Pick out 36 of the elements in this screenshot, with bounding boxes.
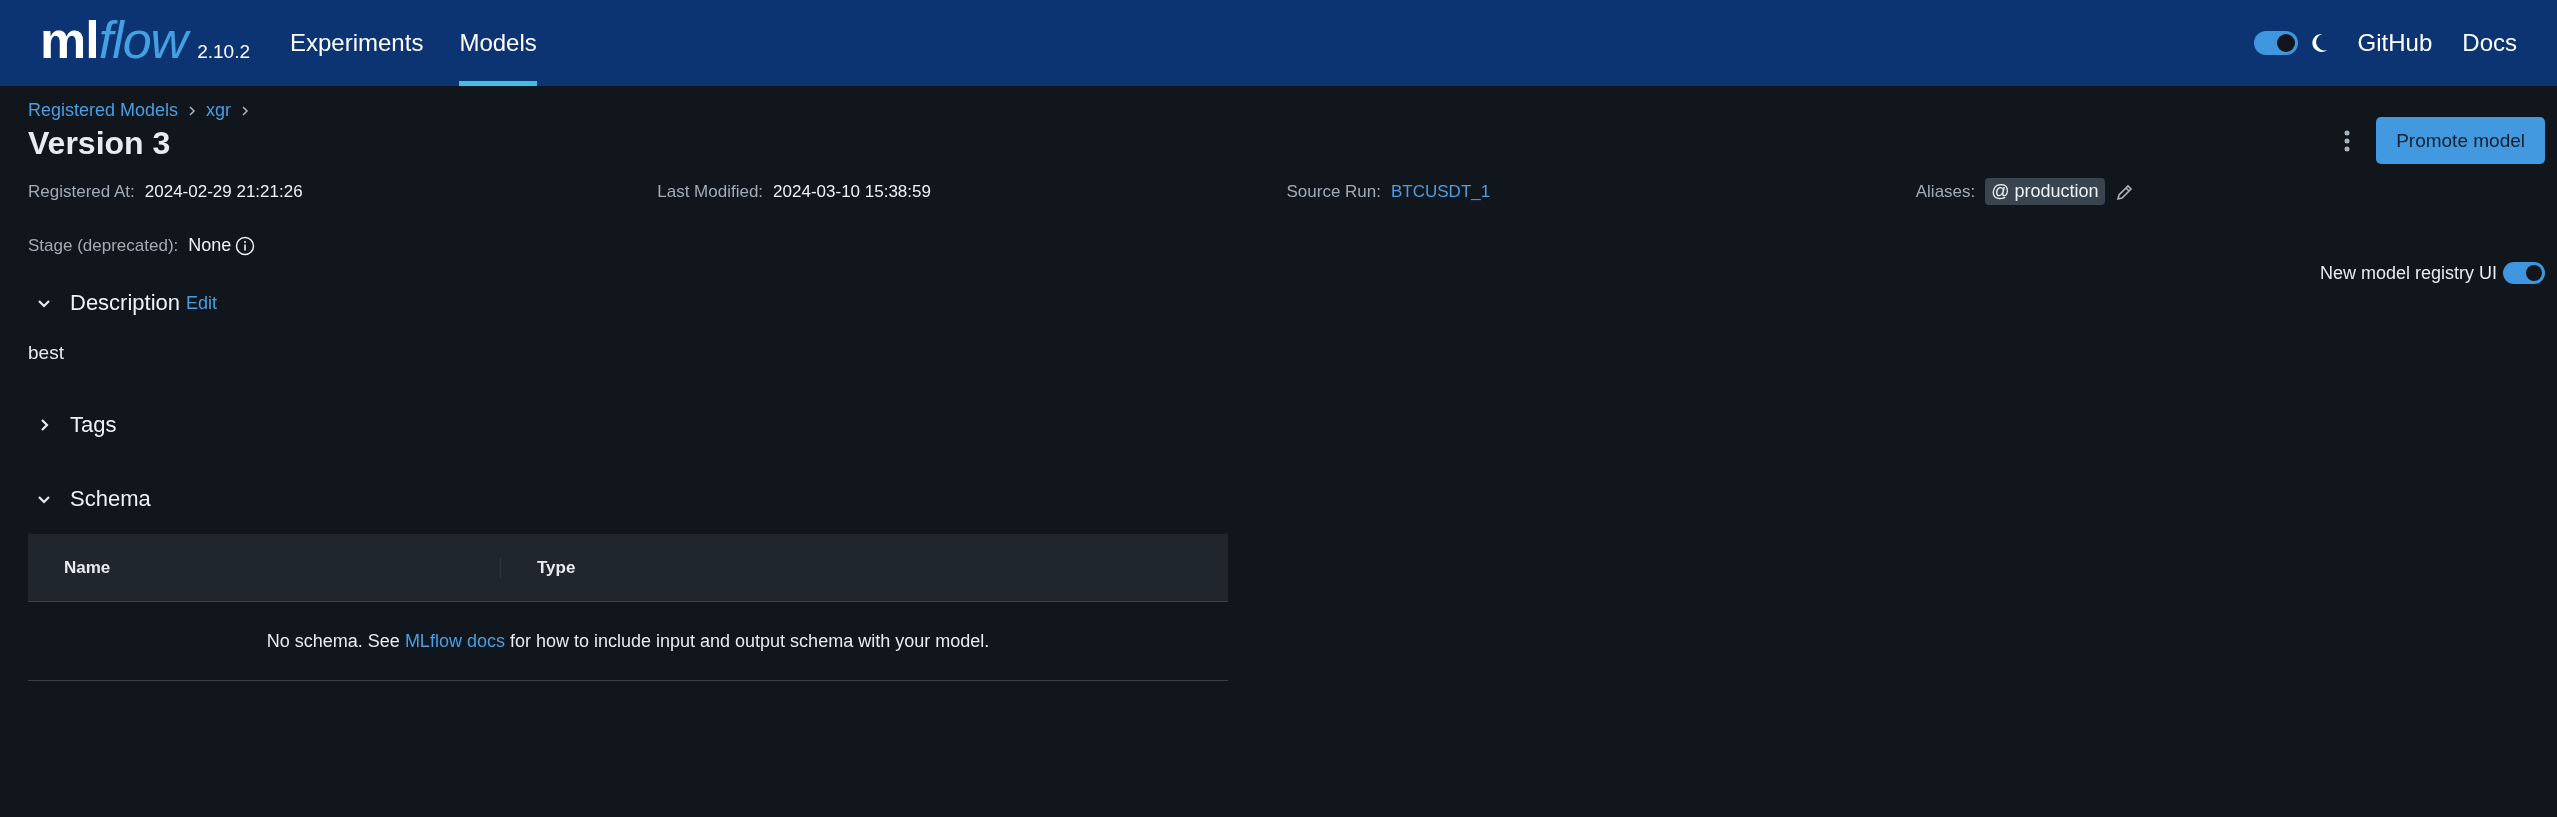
breadcrumb-link[interactable]: Registered Models [28, 100, 179, 121]
run-link[interactable]: BTCUSDT_1 [1391, 181, 1491, 202]
toggle-label: New model registry UI [2319, 262, 2497, 284]
column-header: Type [500, 557, 1228, 578]
field-value: 2024-02-29 21:21:26 [144, 181, 303, 202]
header-link[interactable]: GitHub [2357, 29, 2433, 57]
nav-tab[interactable]: Models [459, 0, 537, 86]
promote-button[interactable]: Promote model [2376, 117, 2545, 164]
docs-link[interactable]: MLflow docs [404, 630, 505, 651]
section-title[interactable]: Tags [70, 412, 117, 438]
empty-message: No schema. See MLflow docs for how to include input and output schema with your model. [266, 630, 990, 652]
version-label: 2.10.2 [197, 41, 250, 63]
more-icon[interactable] [2344, 129, 2351, 152]
column-header: Name [63, 557, 112, 578]
field-label: Registered At: [28, 181, 135, 202]
moon-icon [2309, 33, 2328, 53]
theme-toggle[interactable] [2253, 31, 2298, 55]
edit-link[interactable]: Edit [186, 292, 218, 314]
nav-tab[interactable]: Experiments [290, 0, 424, 86]
registry-toggle[interactable] [2503, 262, 2545, 284]
field-label: Stage (deprecated): [28, 235, 179, 256]
field-label: Last Modified: [657, 181, 764, 202]
page-title: Version 3 [28, 125, 171, 162]
section-title[interactable]: Schema [70, 486, 151, 512]
chevron-right-icon [188, 105, 197, 116]
field-label: Source Run: [1286, 181, 1381, 202]
field-label: Aliases: [1915, 181, 1976, 202]
field-value: 2024-03-10 15:38:59 [773, 181, 931, 202]
info-icon[interactable] [235, 235, 256, 256]
breadcrumb-link[interactable]: xgr [206, 100, 232, 121]
alias-tag: @ production [1985, 178, 2105, 205]
chevron-right-icon [241, 105, 250, 116]
header-link[interactable]: Docs [2462, 29, 2517, 57]
field-value: None [188, 235, 232, 256]
section-title[interactable]: Description [70, 290, 181, 316]
description-text: best [28, 342, 65, 364]
